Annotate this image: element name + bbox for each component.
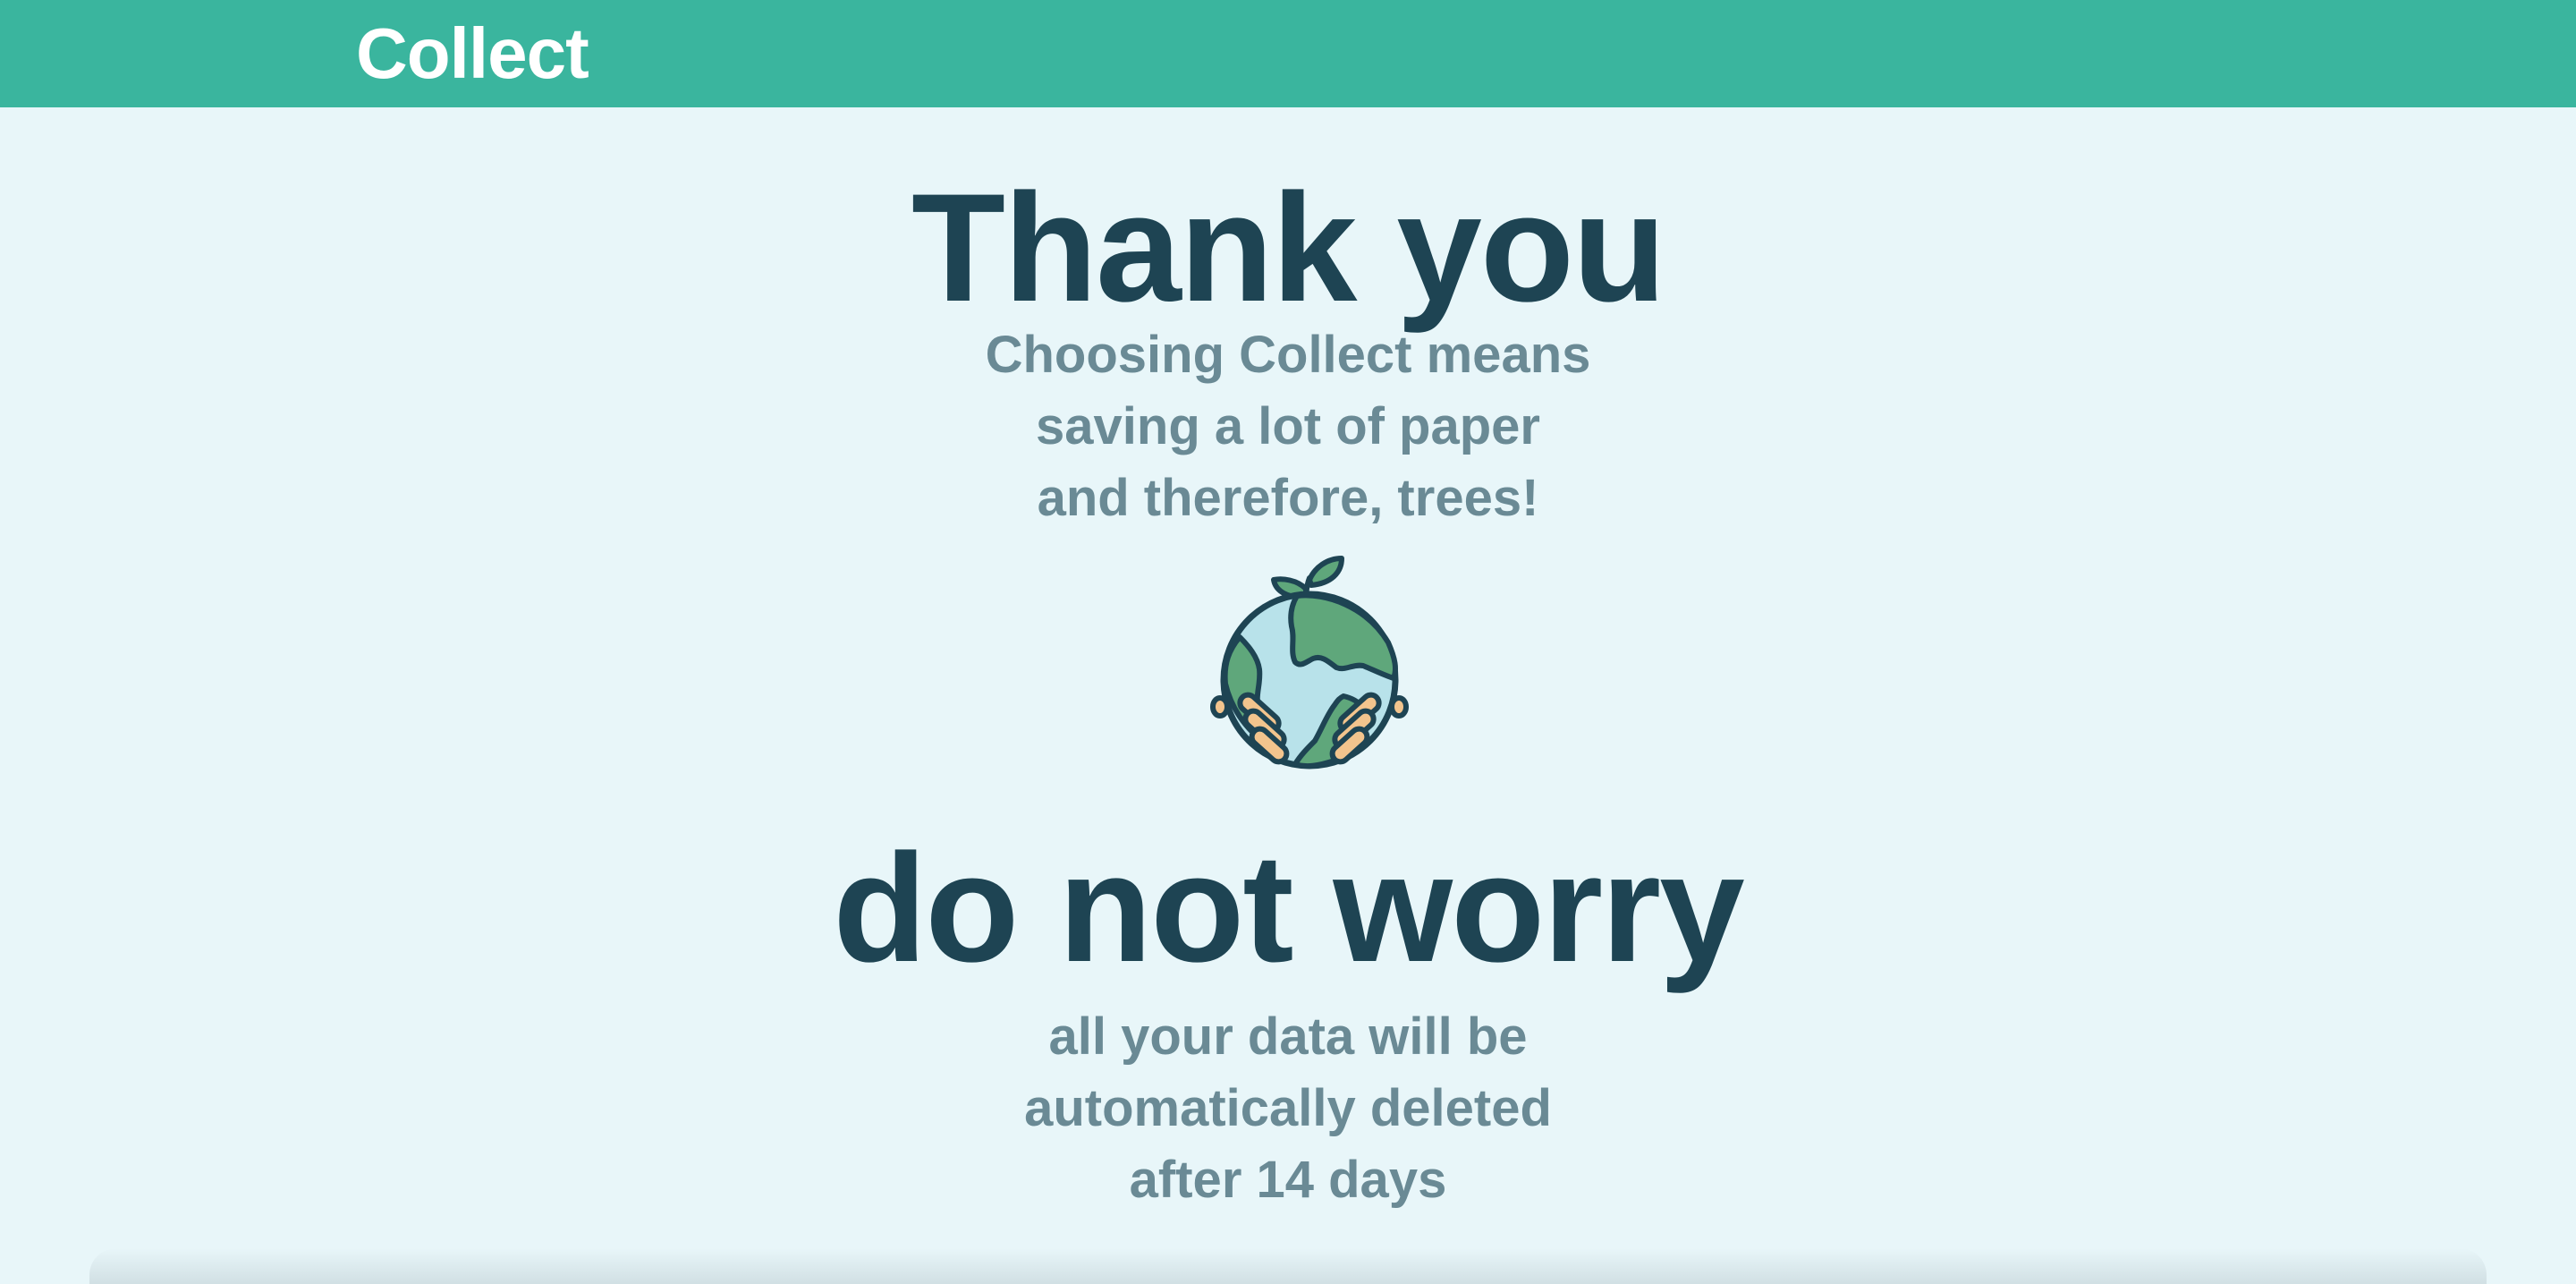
notice-line: automatically deleted [1024,1079,1552,1137]
notice-line: all your data will be [1048,1008,1528,1066]
thank-you-panel: Thank you Choosing Collect means saving … [0,107,2576,1284]
intro-line: Choosing Collect means [985,326,1591,384]
top-bar: Collect [0,0,2576,107]
thank-you-title: Thank you [911,162,1666,334]
intro-text: Choosing Collect means saving a lot of p… [0,319,2576,534]
intro-line: saving a lot of paper [1036,397,1540,455]
data-deletion-notice: all your data will be automatically dele… [0,1001,2576,1216]
do-not-worry-title: do not worry [833,822,1745,994]
notice-line: after 14 days [1129,1151,1447,1209]
earth-in-hands-icon-svg [1210,556,1409,770]
earth-in-hands-icon [1209,553,1410,777]
intro-line: and therefore, trees! [1037,469,1539,527]
brand-logo[interactable]: Collect [356,13,589,95]
bottom-panel-edge [89,1248,2487,1284]
